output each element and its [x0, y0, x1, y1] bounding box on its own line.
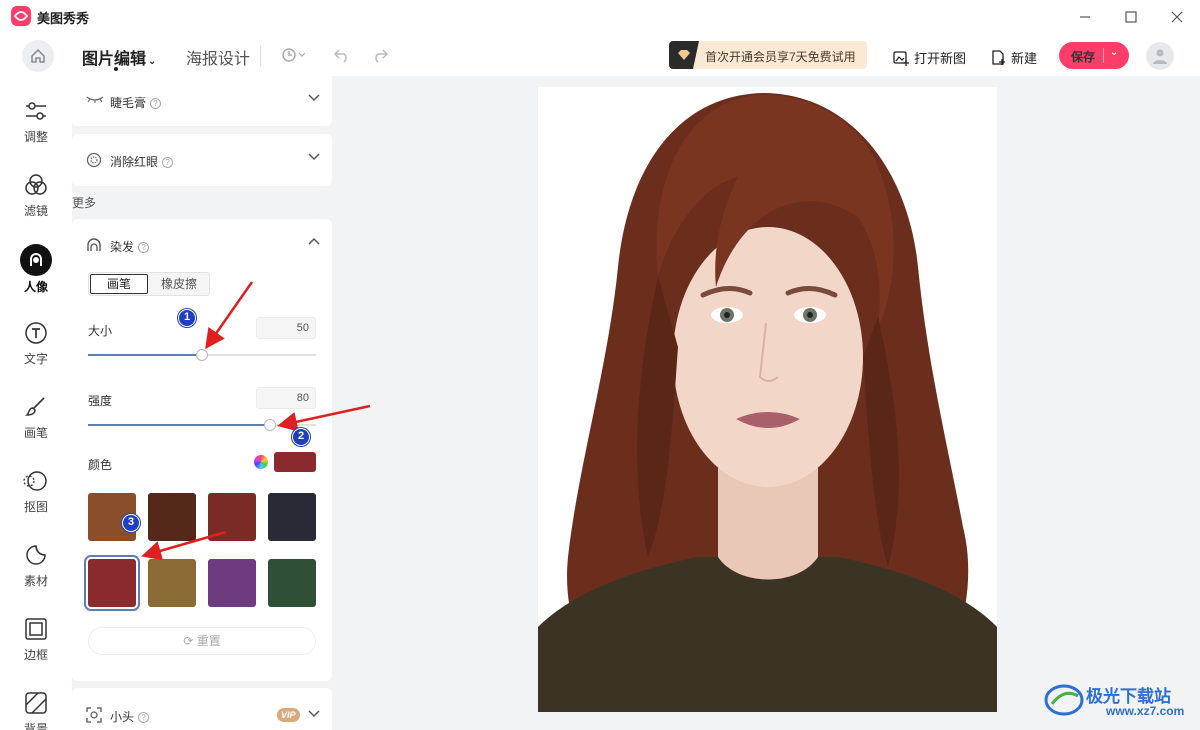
watermark-logo-icon	[1044, 684, 1084, 716]
watermark-url: www.xz7.com	[1106, 704, 1185, 718]
site-watermark: 极光下载站 www.xz7.com	[1044, 680, 1190, 720]
annotation-arrow	[205, 281, 254, 350]
annotation-arrow	[141, 530, 227, 561]
annotation-badge: 1	[178, 309, 196, 327]
annotation-arrow	[277, 404, 371, 432]
annotation-overlay	[141, 281, 371, 561]
annotation-badge: 3	[122, 514, 140, 532]
annotation-badge: 2	[292, 428, 310, 446]
